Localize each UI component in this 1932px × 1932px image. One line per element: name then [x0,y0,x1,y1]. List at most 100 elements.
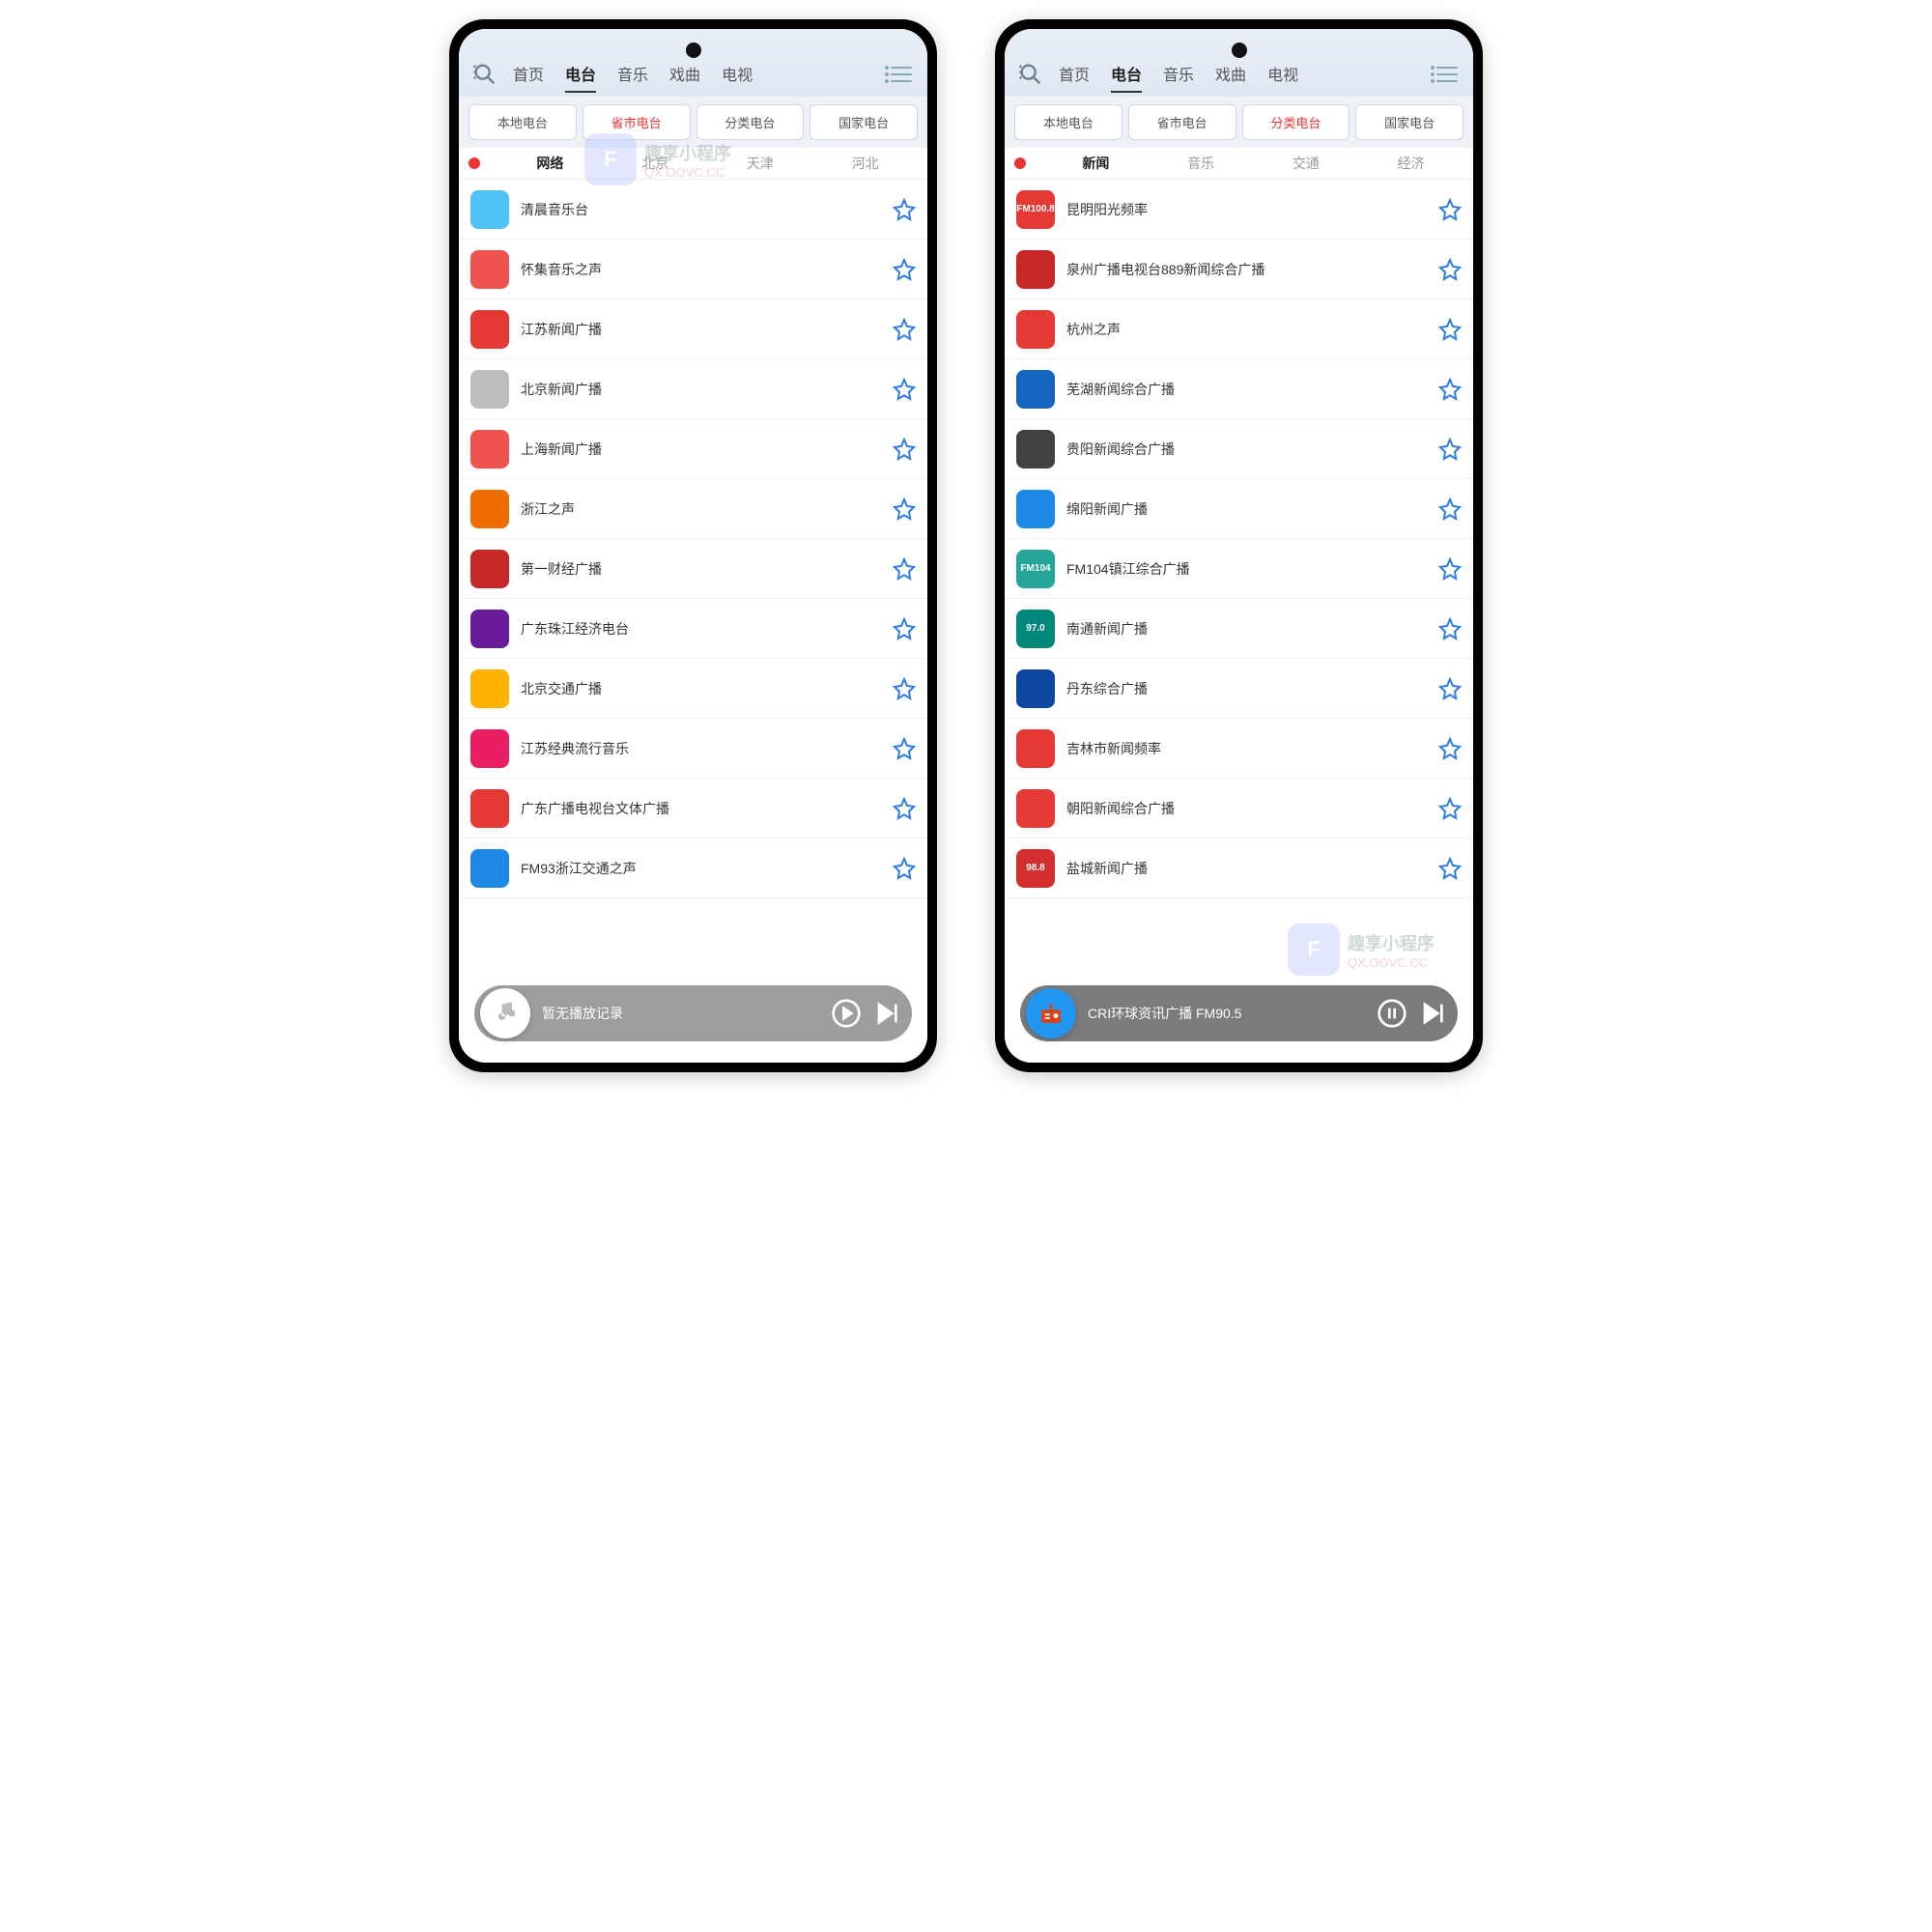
station-row[interactable]: 浙江之声 [459,479,927,539]
favorite-star-icon[interactable] [893,198,916,221]
favorite-star-icon[interactable] [1438,198,1462,221]
category-row: 网络 北京 天津 河北 [459,148,927,180]
station-row[interactable]: 绵阳新闻广播 [1005,479,1473,539]
favorite-star-icon[interactable] [893,557,916,581]
favorite-star-icon[interactable] [1438,258,1462,281]
cat-item[interactable]: 网络 [497,154,603,173]
player-thumb[interactable] [1026,988,1076,1038]
station-logo [470,490,509,528]
subtab-local[interactable]: 本地电台 [1014,104,1122,140]
favorite-star-icon[interactable] [893,258,916,281]
station-row[interactable]: 广东广播电视台文体广播 [459,779,927,838]
top-bar: 首页 电台 音乐 戏曲 电视 [459,29,927,97]
favorite-star-icon[interactable] [893,497,916,521]
tab-radio[interactable]: 电台 [1111,56,1142,93]
favorite-star-icon[interactable] [1438,497,1462,521]
favorite-star-icon[interactable] [1438,557,1462,581]
favorite-star-icon[interactable] [1438,737,1462,760]
station-row[interactable]: 泉州广播电视台889新闻综合广播 [1005,240,1473,299]
station-row[interactable]: 江苏经典流行音乐 [459,719,927,779]
station-row[interactable]: 吉林市新闻频率 [1005,719,1473,779]
station-title: 芜湖新闻综合广播 [1066,380,1438,399]
favorite-star-icon[interactable] [893,438,916,461]
station-row[interactable]: FM93浙江交通之声 [459,838,927,898]
station-logo [1016,370,1055,409]
favorite-star-icon[interactable] [1438,617,1462,640]
search-icon[interactable] [469,58,501,91]
menu-icon[interactable] [885,58,918,91]
cat-item[interactable]: 天津 [708,154,813,173]
favorite-star-icon[interactable] [893,677,916,700]
player-thumb[interactable] [480,988,530,1038]
station-row[interactable]: 清晨音乐台 [459,180,927,240]
tab-home[interactable]: 首页 [513,56,544,93]
favorite-star-icon[interactable] [893,737,916,760]
category-row: 新闻 音乐 交通 经济 [1005,148,1473,180]
station-logo [470,729,509,768]
subtab-province[interactable]: 省市电台 [582,104,691,140]
favorite-star-icon[interactable] [893,378,916,401]
station-row[interactable]: FM104FM104镇江综合广播 [1005,539,1473,599]
player-bar[interactable]: CRI环球资讯广播 FM90.5 [1020,985,1458,1041]
cat-item[interactable]: 经济 [1358,154,1463,173]
search-icon[interactable] [1014,58,1047,91]
station-row[interactable]: 第一财经广播 [459,539,927,599]
play-icon[interactable] [831,998,862,1029]
favorite-star-icon[interactable] [893,797,916,820]
favorite-star-icon[interactable] [893,617,916,640]
station-row[interactable]: 江苏新闻广播 [459,299,927,359]
tab-opera[interactable]: 戏曲 [669,56,700,93]
station-logo: 98.8 [1016,849,1055,888]
station-row[interactable]: 芜湖新闻综合广播 [1005,359,1473,419]
station-row[interactable]: 98.8 盐城新闻广播 [1005,838,1473,898]
station-row[interactable]: 广东珠江经济电台 [459,599,927,659]
station-row[interactable]: 北京交通广播 [459,659,927,719]
favorite-star-icon[interactable] [1438,677,1462,700]
station-row[interactable]: 贵阳新闻综合广播 [1005,419,1473,479]
station-title: 盐城新闻广播 [1066,859,1438,878]
station-list[interactable]: 清晨音乐台怀集音乐之声江苏新闻广播北京新闻广播上海新闻广播浙江之声第一财经广播广… [459,180,927,1063]
station-row[interactable]: 杭州之声 [1005,299,1473,359]
favorite-star-icon[interactable] [1438,318,1462,341]
favorite-star-icon[interactable] [1438,438,1462,461]
tab-home[interactable]: 首页 [1059,56,1090,93]
subtab-national[interactable]: 国家电台 [1355,104,1463,140]
next-icon[interactable] [1417,998,1448,1029]
tab-music[interactable]: 音乐 [617,56,648,93]
station-row[interactable]: 北京新闻广播 [459,359,927,419]
station-row[interactable]: 丹东综合广播 [1005,659,1473,719]
subtab-province[interactable]: 省市电台 [1128,104,1236,140]
subtab-national[interactable]: 国家电台 [810,104,918,140]
station-row[interactable]: 上海新闻广播 [459,419,927,479]
cat-item[interactable]: 北京 [603,154,708,173]
favorite-star-icon[interactable] [1438,857,1462,880]
subtab-category[interactable]: 分类电台 [696,104,805,140]
cat-item[interactable]: 新闻 [1043,154,1149,173]
menu-icon[interactable] [1431,58,1463,91]
subtab-local[interactable]: 本地电台 [469,104,577,140]
station-row[interactable]: 朝阳新闻综合广播 [1005,779,1473,838]
station-title: 丹东综合广播 [1066,679,1438,698]
station-list[interactable]: FM100.8昆明阳光频率泉州广播电视台889新闻综合广播杭州之声芜湖新闻综合广… [1005,180,1473,1063]
cat-item[interactable]: 交通 [1254,154,1359,173]
station-row[interactable]: 怀集音乐之声 [459,240,927,299]
next-icon[interactable] [871,998,902,1029]
favorite-star-icon[interactable] [1438,797,1462,820]
favorite-star-icon[interactable] [893,318,916,341]
player-bar[interactable]: 暂无播放记录 [474,985,912,1041]
favorite-star-icon[interactable] [893,857,916,880]
favorite-star-icon[interactable] [1438,378,1462,401]
cat-item[interactable]: 音乐 [1149,154,1254,173]
station-row[interactable]: FM100.8昆明阳光频率 [1005,180,1473,240]
station-logo [470,250,509,289]
tab-radio[interactable]: 电台 [565,56,596,93]
tab-tv[interactable]: 电视 [1267,56,1298,93]
station-title: 南通新闻广播 [1066,619,1438,639]
subtab-category[interactable]: 分类电台 [1242,104,1350,140]
tab-tv[interactable]: 电视 [722,56,753,93]
station-row[interactable]: 97.0南通新闻广播 [1005,599,1473,659]
pause-icon[interactable] [1377,998,1407,1029]
tab-music[interactable]: 音乐 [1163,56,1194,93]
tab-opera[interactable]: 戏曲 [1215,56,1246,93]
cat-item[interactable]: 河北 [812,154,918,173]
